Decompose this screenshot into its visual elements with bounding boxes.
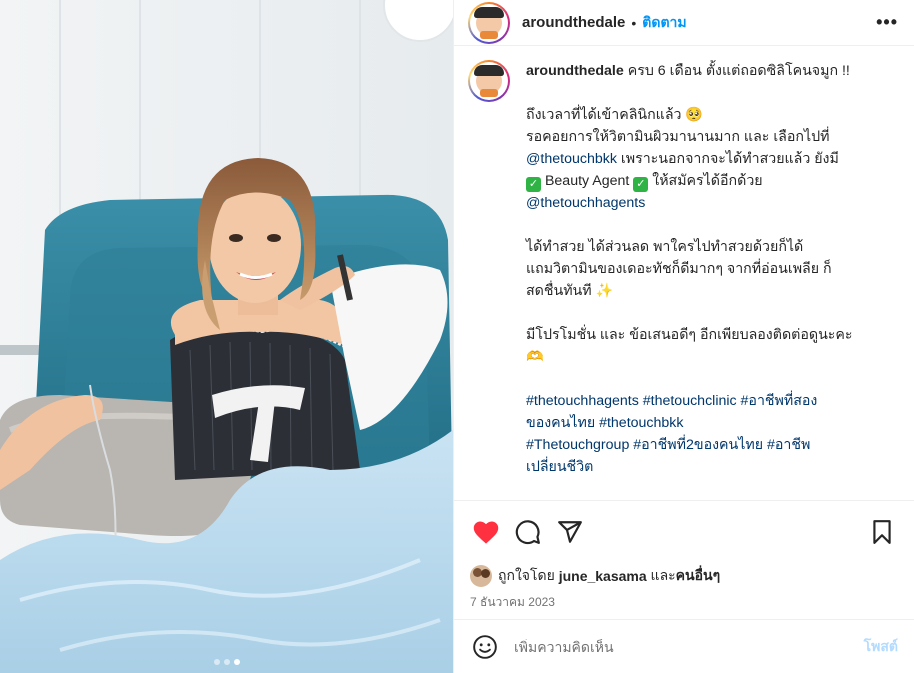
username[interactable]: aroundthedale — [522, 14, 625, 31]
separator: • — [631, 14, 637, 31]
hashtag-link[interactable]: ของคนไทย #thetouchbkk — [526, 412, 853, 434]
caption-text: แถมวิตามินของเดอะทัชก็ดีมากๆ จากที่อ่อนเ… — [526, 261, 832, 277]
post-header: aroundthedale • ติดตาม ••• — [454, 0, 914, 46]
post-date[interactable]: 7 ธันวาคม 2023 — [454, 589, 914, 619]
caption-username[interactable]: aroundthedale — [526, 63, 624, 79]
liker-avatar[interactable] — [470, 565, 492, 587]
caption-text: Beauty Agent — [544, 173, 630, 189]
caption-text: 🫶 — [526, 349, 544, 365]
caption: aroundthedale ครบ 6 เดือน ตั้งแต่ถอดซิลิ… — [526, 60, 853, 478]
post-panel: aroundthedale • ติดตาม ••• aroundthedale… — [453, 0, 914, 673]
comment-bar: โพสต์ — [454, 619, 914, 673]
caption-text: ได้ทำสวย ได้ส่วนลด พาใครไปทำสวยด้วยก็ได้ — [526, 239, 804, 255]
caption-text: มีโปรโมชั่น และ ข้อเสนอดีๆ อีกเพียบลองติ… — [526, 327, 853, 343]
mention-link[interactable]: @thetouchhagents — [526, 192, 853, 214]
check-icon: ✓ — [526, 177, 541, 192]
mention-link[interactable]: @thetouchbkk — [526, 151, 617, 167]
share-icon[interactable] — [554, 516, 586, 548]
instagram-post-modal: aroundthedale • ติดตาม ••• aroundthedale… — [0, 0, 914, 673]
likes-summary: ถูกใจโดย june_kasama และ คนอื่นๆ — [454, 563, 914, 589]
comment-icon[interactable] — [512, 516, 544, 548]
caption-text: เพราะนอกจากจะได้ทำสวยแล้ว ยังมี — [620, 151, 839, 167]
hashtag-link[interactable]: #thetouchhagents #thetouchclinic #อาชีพท… — [526, 390, 853, 412]
heart-icon[interactable] — [470, 516, 502, 548]
emoji-icon[interactable] — [470, 632, 500, 662]
caption-text: ครบ 6 เดือน ตั้งแต่ถอดซิลิโคนจมูก !! — [627, 63, 850, 79]
avatar[interactable] — [468, 1, 510, 44]
hashtag-link[interactable]: #Thetouchgroup #อาชีพที่2ของคนไทย #อาชีพ — [526, 434, 853, 456]
bookmark-icon[interactable] — [866, 516, 898, 548]
liker-username[interactable]: june_kasama — [559, 568, 647, 584]
comment-input[interactable] — [514, 638, 864, 655]
carousel-dot-active — [233, 659, 240, 665]
post-comment-button[interactable]: โพสต์ — [864, 636, 898, 658]
caption-area: aroundthedale ครบ 6 เดือน ตั้งแต่ถอดซิลิ… — [454, 46, 914, 501]
check-icon: ✓ — [633, 177, 649, 192]
hashtag-link[interactable]: เปลี่ยนชีวิต — [526, 456, 853, 478]
caption-text: สดชื่นทันที ✨ — [526, 283, 614, 299]
caption-text: ถึงเวลาที่ได้เข้าคลินิกแล้ว 🥺 — [526, 107, 704, 123]
more-icon[interactable]: ••• — [876, 12, 898, 33]
caption-text: รอคอยการให้วิตามินผิวมานานมาก และ เลือกไ… — [526, 129, 830, 145]
post-photo[interactable] — [0, 0, 453, 673]
carousel-dot — [223, 659, 230, 665]
action-bar — [454, 501, 914, 563]
follow-button[interactable]: ติดตาม — [642, 12, 686, 34]
avatar[interactable] — [468, 60, 510, 102]
likes-and: และ — [650, 567, 676, 583]
caption-text: ให้สมัครได้อีกด้วย — [652, 173, 763, 189]
photo-image — [0, 0, 453, 673]
carousel-dot — [213, 659, 220, 665]
likes-others-link[interactable]: คนอื่นๆ — [676, 565, 720, 587]
carousel-indicator — [0, 659, 453, 665]
likes-prefix: ถูกใจโดย — [498, 567, 555, 583]
